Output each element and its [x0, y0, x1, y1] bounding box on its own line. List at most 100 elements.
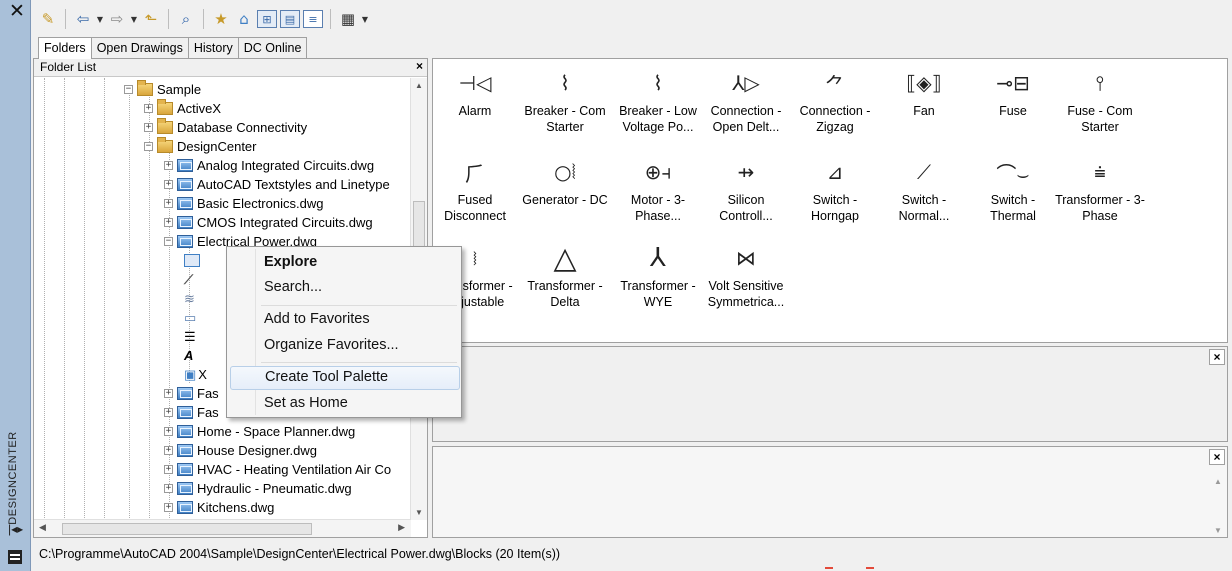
expand-icon[interactable]: +: [164, 427, 173, 436]
expand-icon[interactable]: +: [164, 218, 173, 227]
block-item[interactable]: ⊕⫞ Motor - 3-Phase...: [613, 156, 703, 224]
tree-node-label[interactable]: Fas: [197, 405, 219, 420]
menu-item-explore[interactable]: Explore: [230, 251, 460, 275]
scroll-down-icon[interactable]: ▼: [415, 508, 423, 517]
close-preview-icon[interactable]: ×: [1209, 349, 1225, 365]
tree-node-label[interactable]: HVAC - Heating Ventilation Air Co: [197, 462, 391, 477]
block-item[interactable]: ⺁ Fused Disconnect: [430, 156, 520, 224]
block-item[interactable]: ⺈ Connection - Zigzag: [790, 67, 880, 135]
menu-item-search[interactable]: Search...: [230, 276, 460, 300]
description-toggle-icon[interactable]: ≡: [303, 10, 323, 28]
tree-child-xrefs[interactable]: ▣ X: [184, 365, 207, 384]
collapse-icon[interactable]: −: [144, 142, 153, 151]
tree-node[interactable]: + ActiveX: [144, 99, 221, 118]
block-item[interactable]: △ Transformer - Delta: [520, 241, 610, 310]
tree-node-label[interactable]: Database Connectivity: [177, 120, 307, 135]
block-item[interactable]: ⅄ Transformer - WYE: [613, 242, 703, 310]
expand-icon[interactable]: +: [164, 503, 173, 512]
menu-item-set-as-home[interactable]: Set as Home: [230, 392, 460, 416]
tab-open-drawings[interactable]: Open Drawings: [90, 37, 189, 58]
expand-icon[interactable]: +: [144, 104, 153, 113]
menu-item-create-tool-palette[interactable]: Create Tool Palette: [230, 366, 460, 390]
block-item[interactable]: ⊸⊟ Fuse: [968, 67, 1058, 119]
tab-dc-online[interactable]: DC Online: [237, 37, 308, 58]
block-item[interactable]: ⅄▷ Connection - Open Delt...: [701, 67, 791, 135]
close-description-icon[interactable]: ×: [1209, 449, 1225, 465]
scroll-up-icon[interactable]: ▲: [415, 81, 423, 90]
properties-icon[interactable]: [8, 550, 22, 564]
block-item[interactable]: ⌒⌣ Switch - Thermal: [968, 156, 1058, 224]
preview-toggle-icon[interactable]: ▤: [280, 10, 300, 28]
tree-node[interactable]: + Fas: [164, 384, 219, 403]
tree-node-label[interactable]: Home - Space Planner.dwg: [197, 424, 355, 439]
expand-icon[interactable]: +: [164, 389, 173, 398]
tree-node[interactable]: + Kitchens.dwg: [164, 498, 274, 517]
close-palette-icon[interactable]: ✕: [9, 2, 25, 21]
tree-child-textstyles[interactable]: A: [184, 346, 193, 365]
tree-node-label[interactable]: Basic Electronics.dwg: [197, 196, 323, 211]
scroll-up-icon[interactable]: ▲: [1214, 477, 1222, 486]
tree-node[interactable]: + AutoCAD Textstyles and Linetype: [164, 175, 390, 194]
folder-horizontal-scrollbar[interactable]: ◀ ▶: [34, 519, 411, 537]
autohide-icon[interactable]: |◂▸: [8, 522, 23, 536]
tree-node[interactable]: − Sample: [124, 80, 201, 99]
scroll-right-icon[interactable]: ▶: [398, 522, 405, 533]
tree-node[interactable]: + HVAC - Heating Ventilation Air Co: [164, 460, 391, 479]
tab-folders[interactable]: Folders: [38, 37, 92, 59]
tree-node-label[interactable]: Fas: [197, 386, 219, 401]
views-icon[interactable]: ▦: [338, 8, 358, 30]
tree-node-label[interactable]: X: [198, 367, 207, 382]
collapse-icon[interactable]: −: [124, 85, 133, 94]
block-item[interactable]: ⋈ Volt Sensitive Symmetrica...: [701, 242, 791, 310]
tree-node[interactable]: + Hydraulic - Pneumatic.dwg: [164, 479, 352, 498]
tree-node[interactable]: − DesignCenter: [144, 137, 257, 156]
tab-history[interactable]: History: [187, 37, 239, 58]
tree-node[interactable]: + CMOS Integrated Circuits.dwg: [164, 213, 373, 232]
tree-node-label[interactable]: AutoCAD Textstyles and Linetype: [197, 177, 390, 192]
favorites-icon[interactable]: ★: [211, 8, 231, 30]
expand-icon[interactable]: +: [144, 123, 153, 132]
block-item[interactable]: ⇸ Silicon Controll...: [701, 156, 791, 224]
block-item[interactable]: ⟋ Switch - Normal...: [879, 156, 969, 224]
tree-node-label[interactable]: CMOS Integrated Circuits.dwg: [197, 215, 373, 230]
block-item[interactable]: ⌇ Breaker - Low Voltage Po...: [613, 67, 703, 135]
collapse-icon[interactable]: −: [164, 237, 173, 246]
block-item[interactable]: ⊣◁ Alarm: [430, 67, 520, 119]
palette-title-bar[interactable]: ✕ DESIGNCENTER |◂▸: [0, 0, 31, 571]
tree-node-label[interactable]: DesignCenter: [177, 139, 257, 154]
expand-icon[interactable]: +: [164, 199, 173, 208]
back-dropdown-icon[interactable]: ▼: [96, 8, 104, 30]
forward-dropdown-icon[interactable]: ▼: [130, 8, 138, 30]
tree-child-layers[interactable]: ≋: [184, 289, 195, 308]
tree-child-linetypes[interactable]: ☰: [184, 327, 196, 346]
tree-child-blocks[interactable]: [184, 251, 204, 270]
expand-icon[interactable]: +: [164, 161, 173, 170]
views-dropdown-icon[interactable]: ▼: [361, 8, 369, 30]
close-folder-list-icon[interactable]: ×: [416, 59, 423, 73]
block-item[interactable]: ⩧ Transformer - 3-Phase: [1055, 156, 1145, 224]
tree-node-label[interactable]: ActiveX: [177, 101, 221, 116]
tree-view-toggle-icon[interactable]: ⊞: [257, 10, 277, 28]
expand-icon[interactable]: +: [164, 446, 173, 455]
up-icon[interactable]: ⬑: [141, 8, 161, 30]
tree-node[interactable]: + Home - Space Planner.dwg: [164, 422, 355, 441]
scroll-left-icon[interactable]: ◀: [39, 522, 46, 533]
description-scrollbar[interactable]: ▲ ▼: [1211, 467, 1225, 535]
block-item[interactable]: ⊿ Switch - Horngap: [790, 156, 880, 224]
tree-node[interactable]: + Basic Electronics.dwg: [164, 194, 323, 213]
load-icon[interactable]: ✎: [38, 8, 58, 30]
menu-item-add-to-favorites[interactable]: Add to Favorites: [230, 308, 460, 332]
tree-node[interactable]: + Analog Integrated Circuits.dwg: [164, 156, 374, 175]
tree-node[interactable]: + Database Connectivity: [144, 118, 307, 137]
tree-node-label[interactable]: Kitchens.dwg: [197, 500, 274, 515]
tree-node[interactable]: + Fas: [164, 403, 219, 422]
tree-node-label[interactable]: Hydraulic - Pneumatic.dwg: [197, 481, 352, 496]
scroll-thumb[interactable]: [62, 523, 312, 535]
block-item[interactable]: ⟦◈⟧ Fan: [879, 67, 969, 119]
search-icon[interactable]: ⌕: [176, 8, 196, 30]
block-item[interactable]: ⌇ Breaker - Com Starter: [520, 67, 610, 135]
tree-node[interactable]: + House Designer.dwg: [164, 441, 317, 460]
menu-item-organize-favorites[interactable]: Organize Favorites...: [230, 334, 460, 358]
tree-node-label[interactable]: House Designer.dwg: [197, 443, 317, 458]
tree-child-dimstyles[interactable]: ⟋: [184, 270, 193, 289]
